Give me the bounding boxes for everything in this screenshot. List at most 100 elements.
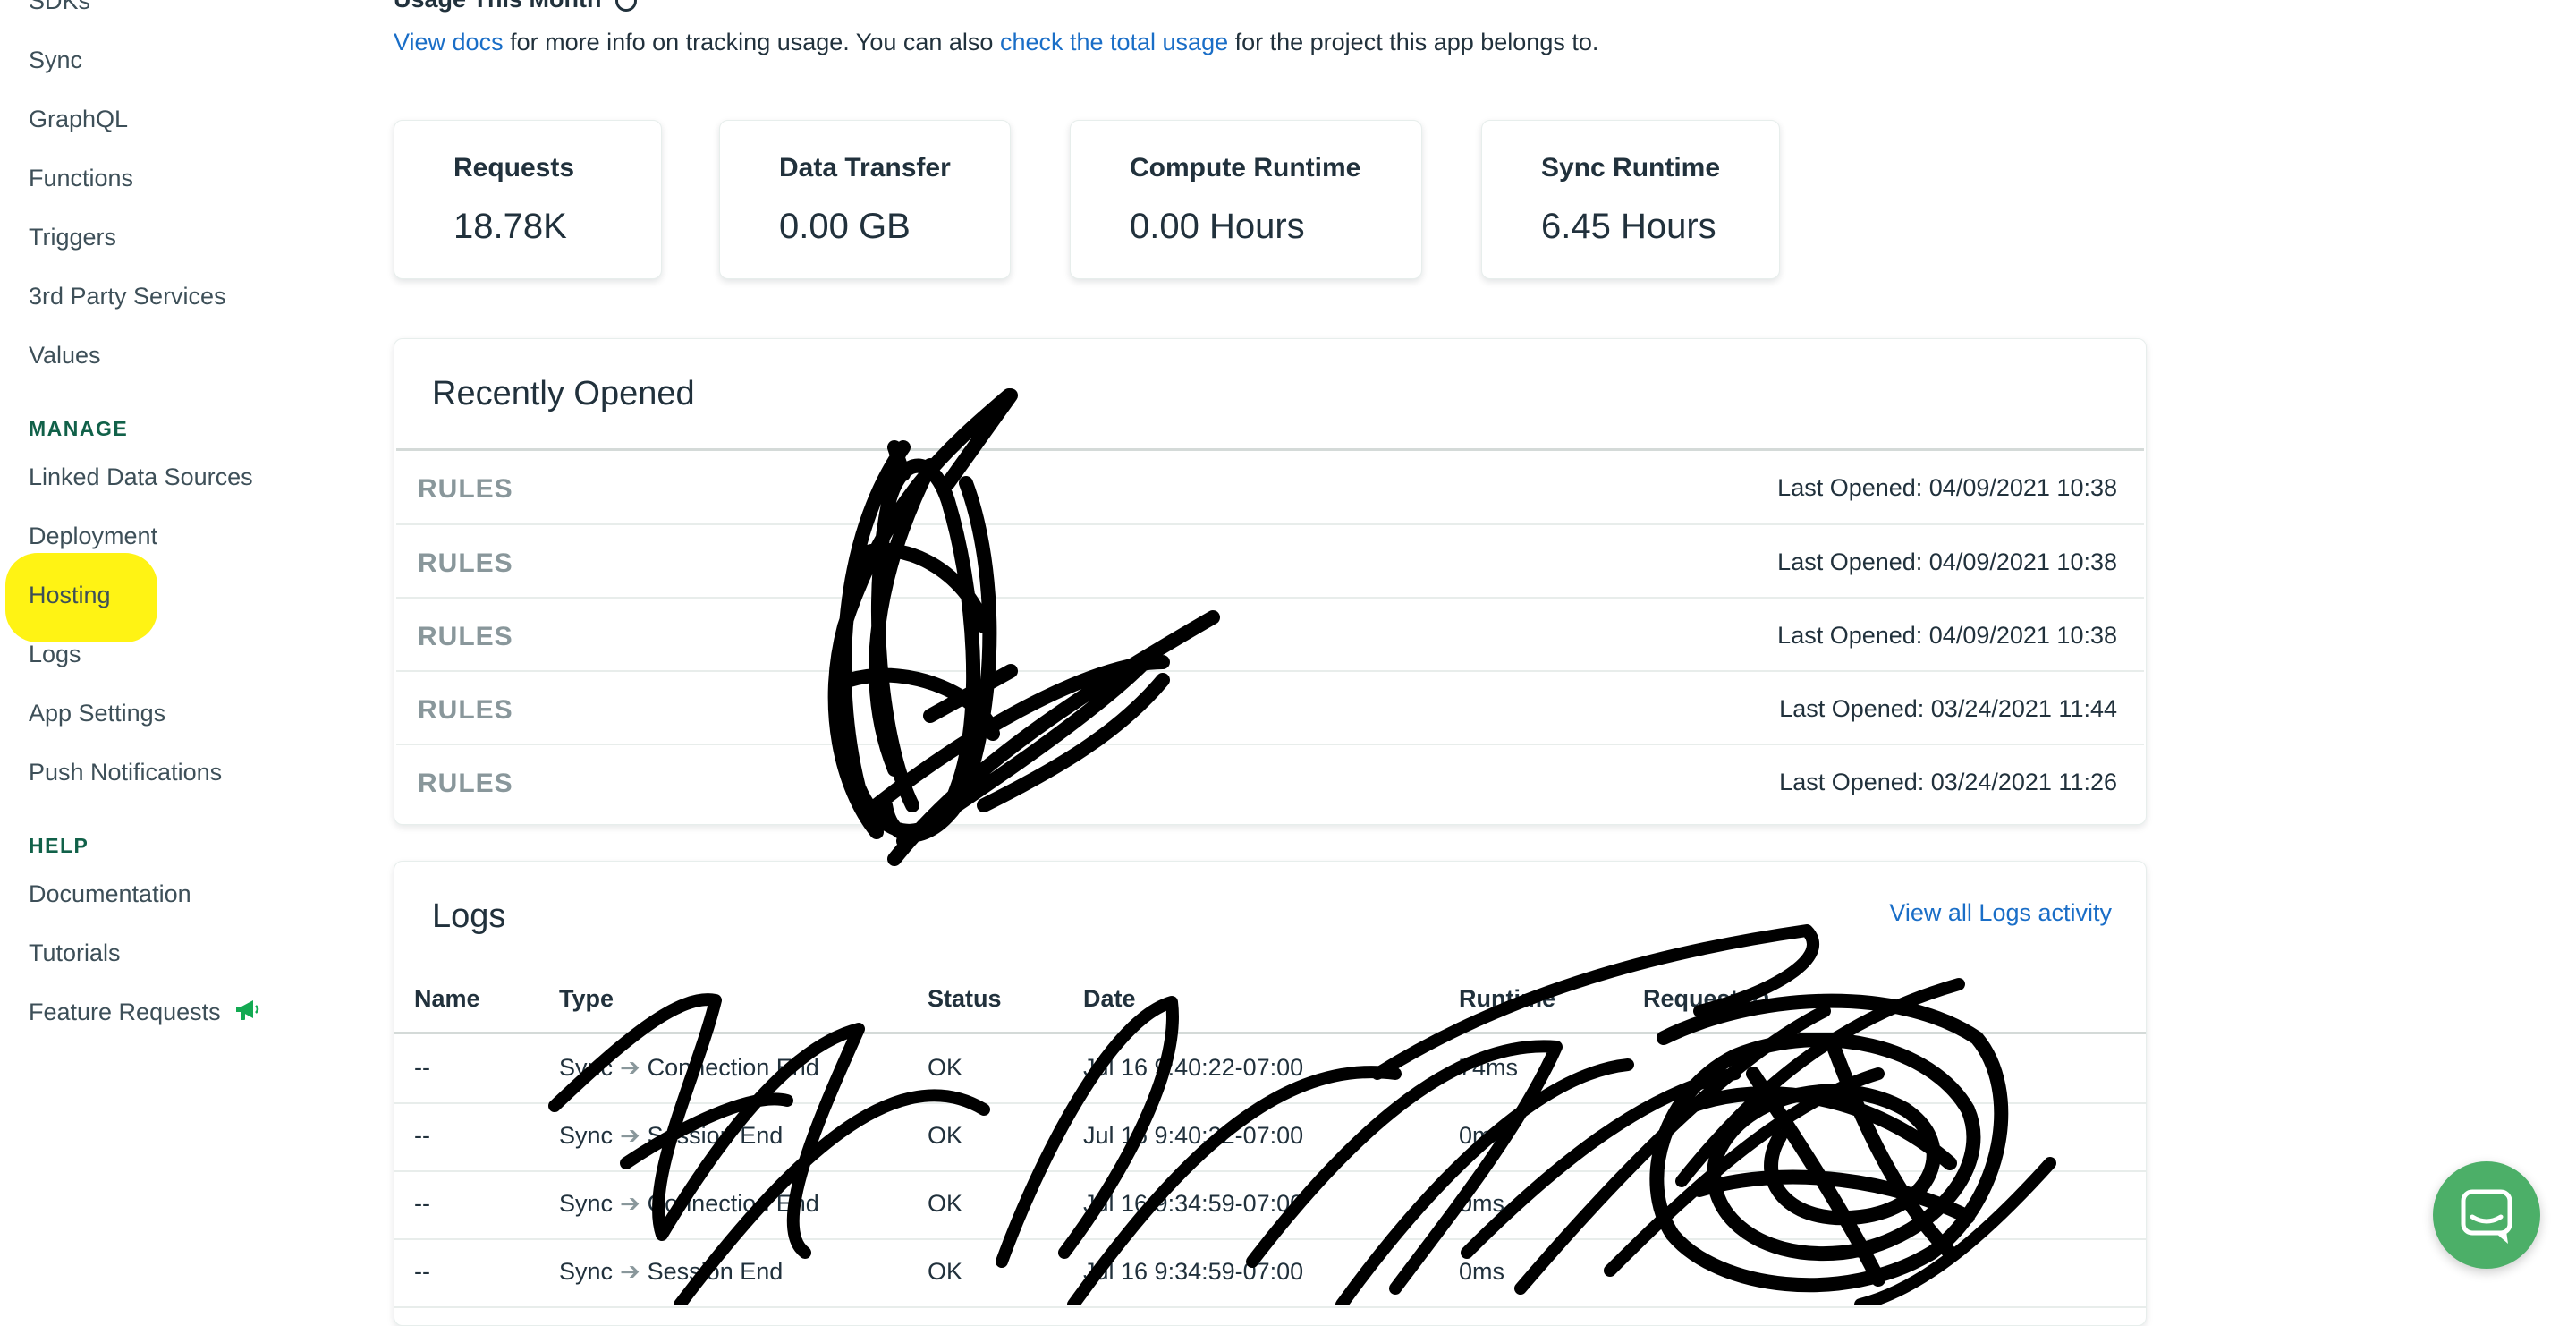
sidebar-item-documentation[interactable]: Documentation [29, 880, 191, 908]
check-total-usage-link[interactable]: check the total usage [1000, 29, 1228, 55]
usage-heading-text: Usage This Month [394, 0, 602, 13]
sidebar-item-app-settings[interactable]: App Settings [29, 700, 165, 727]
sidebar-item-functions[interactable]: Functions [29, 165, 133, 192]
type-event: Connection End [647, 1054, 819, 1081]
recently-opened-row[interactable]: RULES Last Opened: 04/09/2021 10:38 [396, 448, 2144, 524]
right-arrow-icon: ➔ [620, 1122, 640, 1149]
type-event: Session End [647, 1258, 784, 1285]
sidebar-item-sync[interactable]: Sync [29, 47, 82, 74]
chat-icon [2461, 1189, 2512, 1244]
card-value: 6.45 Hours [1541, 207, 1716, 246]
card-value: 18.78K [453, 207, 567, 246]
card-value: 0.00 GB [779, 207, 911, 246]
sidebar-item-deployment[interactable]: Deployment [29, 523, 157, 550]
row-type: RULES [418, 622, 513, 651]
sidebar-item-hosting[interactable]: Hosting [29, 582, 111, 609]
sidebar-item-feature-requests[interactable]: Feature Requests [29, 999, 260, 1028]
column-header-runtime[interactable]: Runtime [1459, 985, 1555, 1013]
recently-opened-title: Recently Opened [432, 375, 695, 412]
column-header-name[interactable]: Name [414, 985, 480, 1013]
compute-runtime-card: Compute Runtime 0.00 Hours [1070, 120, 1422, 279]
cell-type: Sync ➔ Connection End [559, 1190, 819, 1218]
last-opened: Last Opened: 03/24/2021 11:44 [1779, 695, 2117, 722]
cell-name: -- [414, 1190, 430, 1217]
type-service: Sync [559, 1258, 614, 1285]
last-opened: Last Opened: 03/24/2021 11:26 [1779, 769, 2117, 795]
manage-heading: MANAGE [29, 417, 129, 440]
recently-opened-row[interactable]: RULES Last Opened: 04/09/2021 10:38 [396, 597, 2144, 672]
cell-name: -- [414, 1122, 430, 1149]
cell-type: Sync ➔ Session End [559, 1122, 783, 1150]
row-type: RULES [418, 695, 513, 725]
sidebar-item-sdks[interactable]: SDKs [29, 0, 90, 15]
column-header-request-id[interactable]: Request ID [1643, 985, 1769, 1013]
sidebar-item-triggers[interactable]: Triggers [29, 224, 116, 251]
sidebar-item-values[interactable]: Values [29, 342, 101, 370]
sidebar-item-3rd-party-services[interactable]: 3rd Party Services [29, 283, 226, 310]
right-arrow-icon: ➔ [620, 1258, 640, 1285]
card-value: 0.00 Hours [1130, 207, 1305, 246]
table-row[interactable]: -- Sync ➔ Session End OK Jul 16 9:40:22-07… [394, 1102, 2146, 1172]
right-arrow-icon: ➔ [620, 1190, 640, 1217]
table-row[interactable]: -- Sync ➔ Session End OK Jul 16 9:34:59-07… [394, 1238, 2146, 1308]
column-header-type[interactable]: Type [559, 985, 614, 1013]
right-arrow-icon: ➔ [620, 1054, 640, 1081]
sidebar-item-linked-data-sources[interactable]: Linked Data Sources [29, 463, 253, 491]
cell-name: -- [414, 1258, 430, 1285]
sidebar: SDKs Sync GraphQL Functions Triggers 3rd… [0, 0, 340, 1305]
cell-runtime: 0ms [1459, 1122, 1505, 1149]
usage-text-part-1: for more info on tracking usage. You can… [503, 29, 1000, 55]
table-row[interactable]: -- Sync ➔ Connection End OK Jul 16 9:34:59… [394, 1170, 2146, 1240]
cell-date: Jul 16 9:40:22-07:00 [1083, 1122, 1304, 1149]
usage-description: View docs for more info on tracking usag… [394, 29, 1598, 56]
recently-opened-row[interactable]: RULES Last Opened: 03/24/2021 11:44 [396, 670, 2144, 745]
cell-runtime: 0ms [1459, 1190, 1505, 1217]
last-opened: Last Opened: 04/09/2021 10:38 [1777, 474, 2117, 501]
type-event: Connection End [647, 1190, 819, 1217]
cell-name: -- [414, 1054, 430, 1081]
help-heading: HELP [29, 834, 89, 857]
cell-runtime: 74ms [1459, 1054, 1519, 1081]
last-opened: Last Opened: 04/09/2021 10:38 [1777, 548, 2117, 575]
last-opened: Last Opened: 04/09/2021 10:38 [1777, 622, 2117, 649]
recently-opened-panel: Recently Opened RULES Last Opened: 04/09… [394, 338, 2147, 825]
type-service: Sync [559, 1190, 614, 1217]
table-row[interactable]: -- Sync ➔ Connection End OK Jul 16 9:40:22… [394, 1034, 2146, 1104]
cell-runtime: 0ms [1459, 1258, 1505, 1285]
type-event: Session End [647, 1122, 784, 1149]
sidebar-item-logs[interactable]: Logs [29, 641, 81, 668]
cell-type: Sync ➔ Connection End [559, 1054, 819, 1082]
usage-text-part-2: for the project this app belongs to. [1228, 29, 1599, 55]
chat-launcher-button[interactable] [2433, 1161, 2540, 1269]
cell-status: OK [928, 1190, 963, 1217]
view-all-logs-link[interactable]: View all Logs activity [1889, 899, 2112, 927]
usage-heading: Usage This Month [394, 0, 638, 13]
cell-date: Jul 16 9:34:59-07:00 [1083, 1190, 1304, 1217]
sidebar-item-label: Feature Requests [29, 999, 221, 1025]
sidebar-item-tutorials[interactable]: Tutorials [29, 939, 121, 967]
column-header-date[interactable]: Date [1083, 985, 1136, 1013]
cell-date: Jul 16 9:34:59-07:00 [1083, 1258, 1304, 1285]
logs-panel: Logs View all Logs activity Name Type St… [394, 861, 2147, 1326]
card-label: Requests [453, 153, 575, 183]
row-type: RULES [418, 548, 513, 578]
info-icon[interactable] [615, 0, 638, 12]
card-label: Sync Runtime [1541, 153, 1721, 183]
sidebar-item-push-notifications[interactable]: Push Notifications [29, 759, 222, 786]
megaphone-icon [233, 999, 260, 1028]
recently-opened-row[interactable]: RULES Last Opened: 03/24/2021 11:26 [396, 744, 2144, 819]
data-transfer-card: Data Transfer 0.00 GB [719, 120, 1011, 279]
cell-type: Sync ➔ Session End [559, 1258, 783, 1286]
view-docs-link[interactable]: View docs [394, 29, 504, 55]
recently-opened-row[interactable]: RULES Last Opened: 04/09/2021 10:38 [396, 523, 2144, 599]
card-label: Data Transfer [779, 153, 951, 183]
sync-runtime-card: Sync Runtime 6.45 Hours [1481, 120, 1780, 279]
sidebar-item-graphql[interactable]: GraphQL [29, 106, 128, 133]
column-header-status[interactable]: Status [928, 985, 1002, 1013]
row-type: RULES [418, 769, 513, 798]
cell-status: OK [928, 1258, 963, 1285]
logs-title: Logs [432, 897, 506, 935]
cell-date: Jul 16 9:40:22-07:00 [1083, 1054, 1304, 1081]
type-service: Sync [559, 1122, 614, 1149]
type-service: Sync [559, 1054, 614, 1081]
